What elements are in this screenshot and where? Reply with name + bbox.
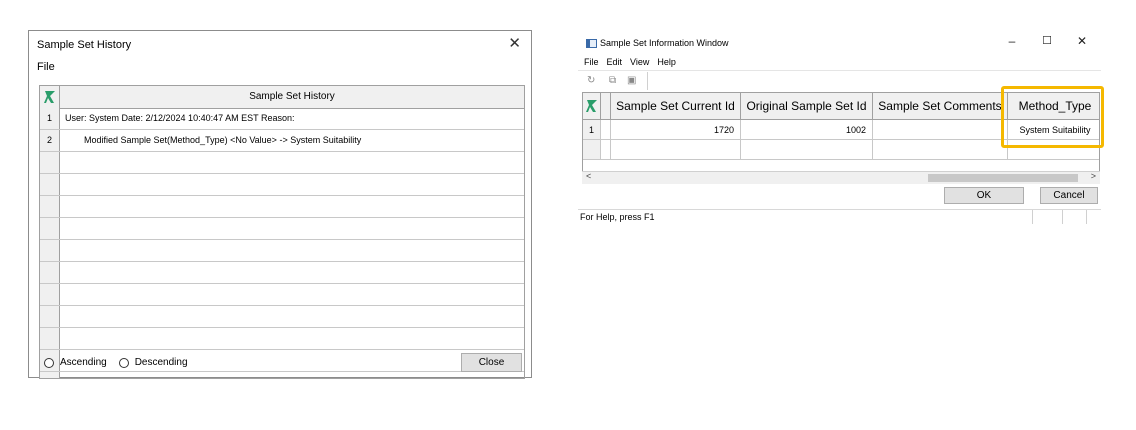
status-divider bbox=[1086, 210, 1087, 224]
empty-row bbox=[40, 196, 524, 218]
cell-current-id[interactable]: 1720 bbox=[611, 120, 741, 140]
cancel-button[interactable]: Cancel bbox=[1040, 187, 1098, 204]
ok-button[interactable]: OK bbox=[944, 187, 1024, 204]
sort-options: Ascending Descending bbox=[44, 357, 194, 368]
history-grid: Sample Set History 1 User: System Date: … bbox=[39, 85, 525, 379]
minimize-icon[interactable]: – bbox=[1002, 34, 1022, 48]
close-icon[interactable]: ✕ bbox=[1072, 34, 1092, 48]
method-type-highlight bbox=[1001, 86, 1104, 148]
info-title: Sample Set Information Window bbox=[600, 38, 729, 48]
cell-comments[interactable] bbox=[873, 120, 1008, 140]
empty-row bbox=[40, 218, 524, 240]
column-header-original-id[interactable]: Original Sample Set Id bbox=[741, 93, 873, 120]
empty-row bbox=[40, 262, 524, 284]
grid-corner-icon[interactable] bbox=[583, 93, 601, 120]
scroll-right-icon[interactable]: > bbox=[1091, 171, 1096, 181]
table-row[interactable]: 1 User: System Date: 2/12/2024 10:40:47 … bbox=[40, 108, 524, 130]
info-titlebar: Sample Set Information Window – ☐ ✕ bbox=[578, 30, 1101, 56]
row-spacer bbox=[601, 120, 611, 140]
close-button[interactable]: Close bbox=[461, 353, 522, 372]
descending-radio[interactable] bbox=[118, 357, 129, 368]
menu-help[interactable]: Help bbox=[657, 57, 676, 67]
maximize-icon[interactable]: ☐ bbox=[1037, 34, 1057, 47]
column-header-current-id[interactable]: Sample Set Current Id bbox=[611, 93, 741, 120]
menu-file[interactable]: File bbox=[584, 57, 599, 67]
history-close-icon[interactable]: ✕ bbox=[508, 36, 521, 51]
paste-icon[interactable]: ▣ bbox=[627, 75, 636, 86]
empty-cell bbox=[741, 140, 873, 160]
sample-set-history-dialog: Sample Set History ✕ File Sample Set His… bbox=[28, 30, 532, 379]
refresh-icon[interactable]: ↻ bbox=[587, 75, 595, 86]
row-number: 1 bbox=[583, 120, 601, 140]
scroll-thumb[interactable] bbox=[928, 174, 1078, 182]
row-number: 2 bbox=[46, 135, 52, 145]
app-icon bbox=[586, 39, 597, 48]
history-column-header[interactable]: Sample Set History bbox=[60, 86, 524, 108]
copy-icon[interactable]: ⧉ bbox=[609, 75, 616, 86]
empty-row bbox=[40, 152, 524, 174]
history-title: Sample Set History bbox=[37, 39, 132, 51]
empty-cell bbox=[873, 140, 1008, 160]
row-text: Modified Sample Set(Method_Type) <No Val… bbox=[84, 135, 362, 145]
empty-row bbox=[40, 240, 524, 262]
scroll-left-icon[interactable]: < bbox=[586, 171, 591, 181]
toolbar-separator bbox=[647, 72, 648, 90]
empty-row bbox=[40, 306, 524, 328]
empty-cell bbox=[611, 140, 741, 160]
empty-cell bbox=[601, 140, 611, 160]
row-text: User: System Date: 2/12/2024 10:40:47 AM… bbox=[65, 113, 295, 123]
column-header-comments[interactable]: Sample Set Comments bbox=[873, 93, 1008, 120]
row-number: 1 bbox=[46, 113, 52, 123]
status-divider bbox=[1032, 210, 1033, 224]
info-menubar: File Edit View Help bbox=[584, 57, 676, 67]
horizontal-scrollbar[interactable]: < > bbox=[582, 171, 1100, 184]
ascending-radio[interactable] bbox=[44, 357, 54, 368]
empty-row bbox=[40, 174, 524, 196]
ascending-label: Ascending bbox=[60, 357, 107, 368]
history-menubar: File bbox=[37, 61, 55, 73]
table-row[interactable]: 2 Modified Sample Set(Method_Type) <No V… bbox=[40, 130, 524, 152]
grid-corner-icon[interactable] bbox=[40, 86, 60, 108]
empty-row bbox=[40, 284, 524, 306]
menu-view[interactable]: View bbox=[630, 57, 649, 67]
empty-row bbox=[40, 328, 524, 350]
menu-edit[interactable]: Edit bbox=[607, 57, 623, 67]
history-grid-header: Sample Set History bbox=[40, 86, 524, 109]
status-bar: For Help, press F1 bbox=[578, 209, 1101, 224]
menu-file[interactable]: File bbox=[37, 61, 55, 73]
empty-row-header bbox=[583, 140, 601, 160]
descending-label: Descending bbox=[134, 357, 188, 368]
status-divider bbox=[1062, 210, 1063, 224]
grid-header-spacer bbox=[601, 93, 611, 120]
status-text: For Help, press F1 bbox=[580, 212, 655, 222]
history-titlebar: Sample Set History ✕ bbox=[29, 31, 531, 59]
cell-original-id[interactable]: 1002 bbox=[741, 120, 873, 140]
